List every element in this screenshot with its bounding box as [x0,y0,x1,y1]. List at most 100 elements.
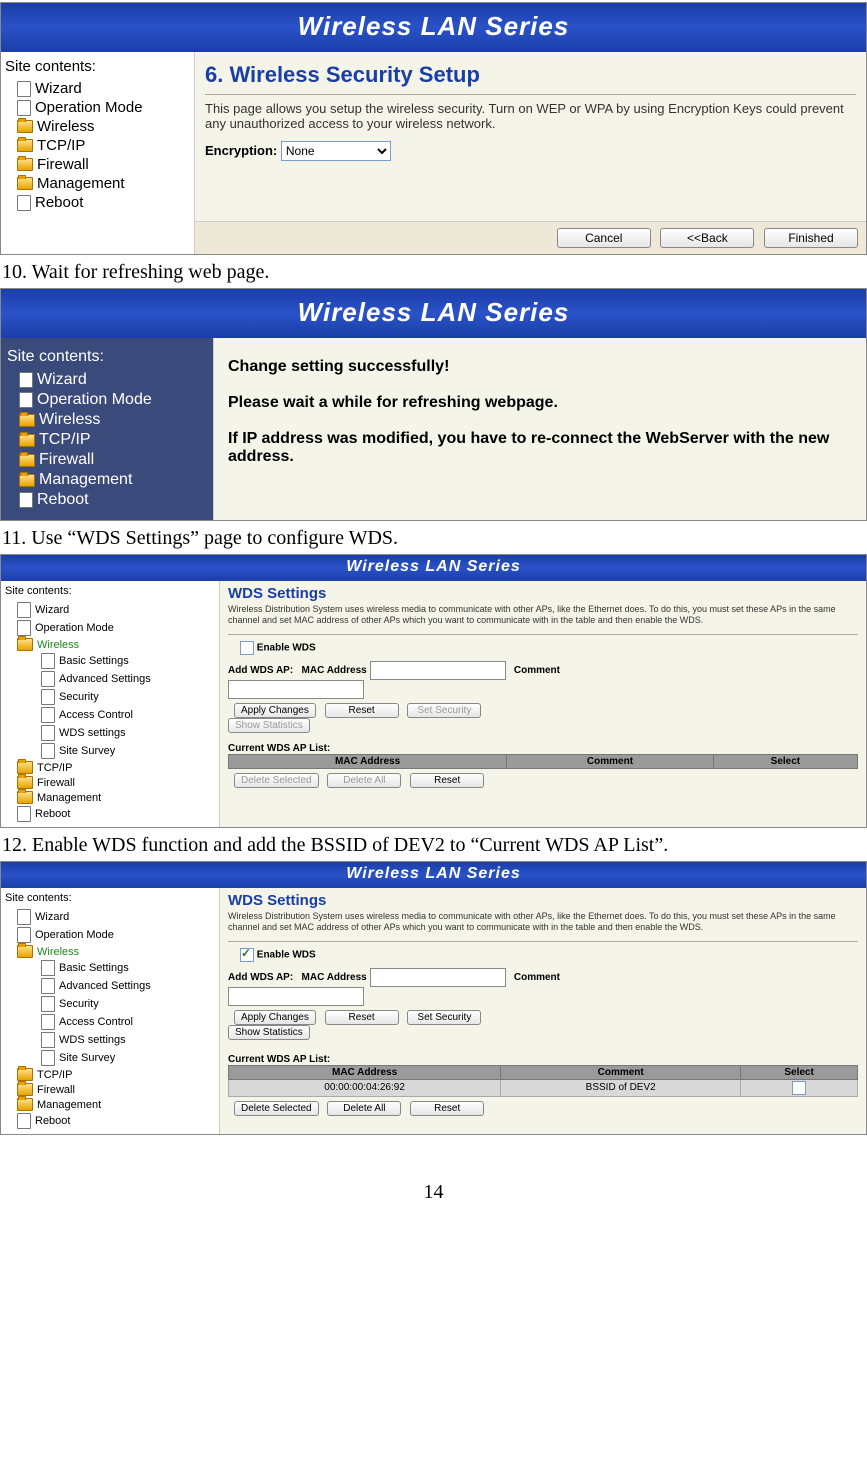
add-wds-label: Add WDS AP: [228,972,293,983]
sidebar-item-access-control[interactable]: Access Control [5,1013,215,1031]
sidebar-item-management[interactable]: Management [5,790,215,805]
mac-label: MAC Address [302,665,367,676]
sidebar-item-access-control[interactable]: Access Control [5,706,215,724]
current-list-title: Current WDS AP List: [228,1054,858,1065]
screenshot-wds-filled: Wireless LAN Series Site contents: Wizar… [0,861,867,1135]
wizard-button-row: Cancel <<Back Finished [195,221,866,254]
sidebar-item-management[interactable]: Management [7,470,207,490]
mac-input[interactable] [370,661,506,680]
sidebar-item-tcpip[interactable]: TCP/IP [5,1067,215,1082]
folder-icon [17,1068,33,1081]
apply-changes-button[interactable]: Apply Changes [234,1010,316,1025]
page-icon [41,1050,55,1066]
divider [205,94,856,95]
sidebar-item-basic-settings[interactable]: Basic Settings [5,959,215,977]
delete-selected-button[interactable]: Delete Selected [234,1101,319,1116]
enable-wds-checkbox[interactable] [240,948,254,962]
page-icon [17,81,31,97]
show-statistics-button[interactable]: Show Statistics [228,1025,310,1040]
sidebar-item-security[interactable]: Security [5,688,215,706]
folder-icon [17,177,33,190]
reset-button[interactable]: Reset [325,703,399,718]
reset-list-button[interactable]: Reset [410,1101,484,1116]
set-security-button[interactable]: Set Security [407,703,481,718]
page-heading: WDS Settings [228,892,858,909]
sidebar-item-tcpip[interactable]: TCP/IP [5,136,190,155]
sidebar-item-reboot[interactable]: Reboot [5,805,215,823]
col-comment: Comment [507,754,714,768]
sidebar-item-opmode[interactable]: Operation Mode [5,98,190,117]
sidebar-item-security[interactable]: Security [5,995,215,1013]
sidebar-item-label: Wireless [37,118,95,135]
sidebar-item-wireless[interactable]: Wireless [5,117,190,136]
apply-changes-button[interactable]: Apply Changes [234,703,316,718]
set-security-button[interactable]: Set Security [407,1010,481,1025]
sidebar-item-label: Advanced Settings [59,673,151,685]
sidebar-item-wizard[interactable]: Wizard [5,601,215,619]
sidebar-item-wizard[interactable]: Wizard [7,370,207,390]
sidebar-item-wds-settings[interactable]: WDS settings [5,1031,215,1049]
delete-selected-button[interactable]: Delete Selected [234,773,319,788]
sidebar-item-firewall[interactable]: Firewall [5,1082,215,1097]
col-select: Select [741,1065,858,1079]
enable-wds-checkbox[interactable] [240,641,254,655]
enable-wds-label: Enable WDS [257,642,316,653]
sidebar-item-wizard[interactable]: Wizard [5,79,190,98]
cell-select [741,1079,858,1096]
sidebar-item-opmode[interactable]: Operation Mode [5,926,215,944]
sidebar-item-firewall[interactable]: Firewall [5,155,190,174]
delete-all-button[interactable]: Delete All [327,773,401,788]
sidebar-item-label: Wizard [37,371,87,389]
row-select-checkbox[interactable] [792,1081,806,1095]
sidebar-item-site-survey[interactable]: Site Survey [5,742,215,760]
back-button[interactable]: <<Back [660,228,754,248]
sidebar-item-firewall[interactable]: Firewall [7,450,207,470]
encryption-select[interactable]: None [281,141,391,161]
sidebar-item-wireless[interactable]: Wireless [7,410,207,430]
sidebar-item-wireless[interactable]: Wireless [5,637,215,652]
sidebar-title: Site contents: [5,585,215,597]
comment-input[interactable] [228,987,364,1006]
sidebar-item-advanced-settings[interactable]: Advanced Settings [5,977,215,995]
sidebar-item-tcpip[interactable]: TCP/IP [7,430,207,450]
mac-label: MAC Address [302,972,367,983]
page-icon [19,372,33,388]
sidebar-item-opmode[interactable]: Operation Mode [7,390,207,410]
sidebar-item-basic-settings[interactable]: Basic Settings [5,652,215,670]
reset-button[interactable]: Reset [325,1010,399,1025]
show-statistics-button[interactable]: Show Statistics [228,718,310,733]
sidebar-item-label: Security [59,691,99,703]
sidebar-item-tcpip[interactable]: TCP/IP [5,760,215,775]
step-10-text: 10. Wait for refreshing web page. [2,261,867,284]
sidebar-item-management[interactable]: Management [5,174,190,193]
page-number: 14 [0,1181,867,1204]
col-mac: MAC Address [229,754,507,768]
cancel-button[interactable]: Cancel [557,228,651,248]
sidebar-item-label: Wireless [37,639,79,651]
divider [228,634,858,635]
sidebar-item-label: Reboot [35,1115,70,1127]
folder-icon [17,945,33,958]
sidebar-item-site-survey[interactable]: Site Survey [5,1049,215,1067]
wds-ap-table: MAC Address Comment Select 00:00:00:04:2… [228,1065,858,1097]
reset-list-button[interactable]: Reset [410,773,484,788]
sidebar-item-firewall[interactable]: Firewall [5,775,215,790]
delete-all-button[interactable]: Delete All [327,1101,401,1116]
sidebar-item-opmode[interactable]: Operation Mode [5,619,215,637]
mac-input[interactable] [370,968,506,987]
sidebar-item-label: Management [39,471,132,489]
sidebar-item-reboot[interactable]: Reboot [5,193,190,212]
folder-icon [19,434,35,447]
sidebar-item-wds-settings[interactable]: WDS settings [5,724,215,742]
sidebar-item-wireless[interactable]: Wireless [5,944,215,959]
sidebar-item-label: Firewall [37,156,89,173]
finished-button[interactable]: Finished [764,228,858,248]
comment-input[interactable] [228,680,364,699]
sidebar-item-advanced-settings[interactable]: Advanced Settings [5,670,215,688]
sidebar-item-reboot[interactable]: Reboot [7,490,207,510]
folder-icon [17,638,33,651]
sidebar-item-reboot[interactable]: Reboot [5,1112,215,1130]
sidebar-item-management[interactable]: Management [5,1097,215,1112]
sidebar-item-wizard[interactable]: Wizard [5,908,215,926]
banner-title: Wireless LAN Series [1,289,866,338]
